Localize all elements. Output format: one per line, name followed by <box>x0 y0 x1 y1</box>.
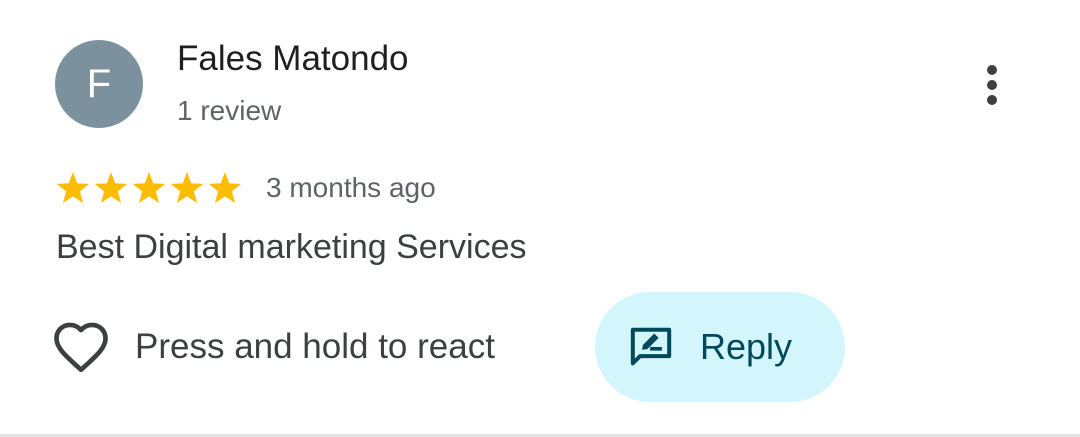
rating-row: 3 months ago <box>54 168 436 208</box>
review-timestamp: 3 months ago <box>266 172 436 203</box>
star-icon <box>94 172 128 204</box>
react-button[interactable]: Press and hold to react <box>50 315 495 379</box>
rate-review-icon <box>630 327 672 366</box>
heart-outline-icon <box>54 322 108 373</box>
avatar[interactable]: F <box>55 40 143 128</box>
star-icon <box>132 172 166 204</box>
reply-label: Reply <box>700 326 793 367</box>
star-icon <box>56 172 90 204</box>
more-options-button[interactable] <box>962 55 1022 115</box>
review-text: Best Digital marketing Services <box>56 228 527 266</box>
react-label: Press and hold to react <box>135 327 495 366</box>
star-icon <box>170 172 204 204</box>
more-vert-icon <box>987 65 997 105</box>
reviewer-review-count: 1 review <box>177 95 282 126</box>
review-card: F Fales Matondo 1 review 3 months ago Be… <box>0 0 1080 437</box>
star-icon <box>208 172 242 204</box>
reply-button[interactable]: Reply <box>595 292 845 402</box>
reviewer-name[interactable]: Fales Matondo <box>177 39 409 79</box>
star-rating <box>54 169 244 207</box>
